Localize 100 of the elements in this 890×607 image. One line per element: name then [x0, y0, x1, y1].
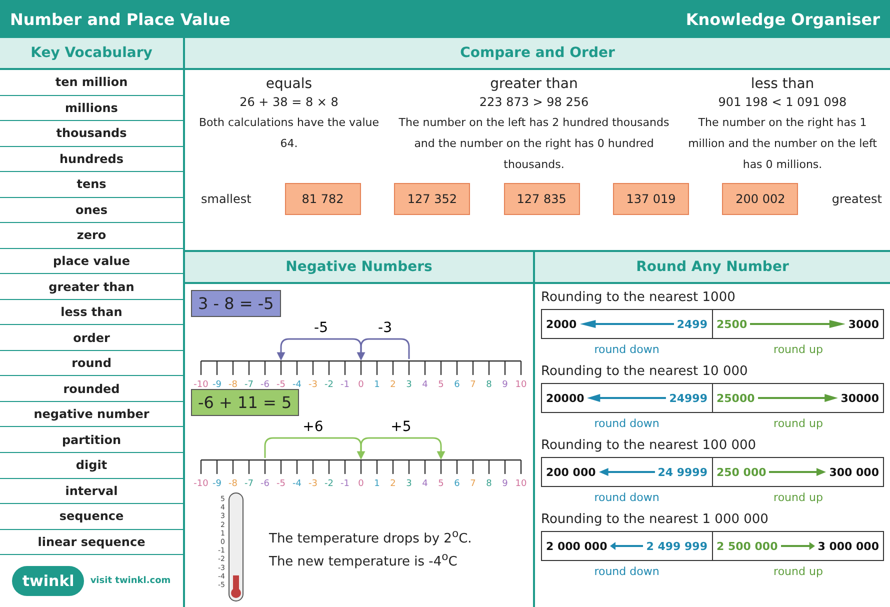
tick-label: -10	[194, 380, 208, 389]
rounded-number: 3 000 000	[818, 540, 879, 552]
rounded-number: 3000	[848, 318, 879, 330]
temperature-sentence: The temperature drops by 2$^{o}$C.	[269, 526, 472, 546]
jump-label: -3	[378, 320, 392, 336]
rounded-number: 2 000 000	[546, 540, 608, 552]
tick-label: 8	[486, 380, 492, 389]
tick-label: 1	[374, 479, 380, 488]
tick-label: 10	[515, 479, 527, 488]
round-up-label: round up	[774, 417, 823, 430]
number-card: 137 019	[613, 183, 689, 215]
number-card: 200 002	[722, 183, 798, 215]
tick-label: -6	[260, 380, 270, 389]
comparison-example: 901 198 < 1 091 098	[718, 95, 847, 109]
tick-label: -4	[292, 479, 302, 488]
comparison-heading: less than	[750, 76, 814, 92]
rounding-title: Rounding to the nearest 100 000	[541, 438, 758, 453]
greatest-label: greatest	[832, 192, 882, 206]
comparison-example: 26 + 38 = 8 × 8	[240, 95, 338, 109]
round-down-label: round down	[594, 417, 660, 430]
page-title: Number and Place Value	[10, 10, 230, 28]
tick-label: -2	[324, 479, 334, 488]
tick-label: 10	[515, 380, 527, 389]
round-down-label: round down	[594, 343, 660, 356]
vocabulary-word: negative number	[0, 402, 183, 428]
start-number: 24 9999	[658, 466, 708, 478]
tick-label: 2	[390, 479, 396, 488]
temperature-sentence: The new temperature is -4$^{o}$C	[269, 550, 458, 570]
vocabulary-word: tens	[0, 172, 183, 198]
rounded-number: 200 000	[546, 466, 596, 478]
tick-label: -3	[308, 479, 318, 488]
equation-card: 3 - 8 = -5	[191, 290, 281, 317]
tick-label: 2	[390, 380, 396, 389]
round-down-label: round down	[594, 565, 660, 578]
round-up-label: round up	[774, 343, 823, 356]
tick-label: 3	[406, 479, 412, 488]
vocabulary-word: zero	[0, 223, 183, 249]
equation-card: -6 + 11 = 5	[191, 389, 299, 416]
rounded-number: 30000	[840, 392, 879, 404]
tick-label: 5	[438, 380, 444, 389]
tick-label: -9	[212, 380, 222, 389]
start-number: 2499	[676, 318, 708, 330]
tick-label: 7	[470, 380, 476, 389]
tick-label: 1	[374, 380, 380, 389]
vocabulary-word: sequence	[0, 504, 183, 530]
tick-label: 8	[486, 479, 492, 488]
vocabulary-word: interval	[0, 478, 183, 504]
rounded-number: 2000	[546, 318, 577, 330]
tick-label: 6	[454, 479, 460, 488]
start-number: 2 499 999	[646, 540, 708, 552]
tick-label: -4	[292, 380, 302, 389]
section-title: Key Vocabulary	[0, 38, 183, 70]
vocabulary-word: order	[0, 325, 183, 351]
left-arrow-icon	[587, 394, 666, 402]
comparison-description: Both calculations have the value 64.	[198, 115, 380, 152]
vocabulary-word: linear sequence	[0, 530, 183, 556]
section-title: Negative Numbers	[185, 252, 533, 284]
vocabulary-word: place value	[0, 248, 183, 274]
tick-label: 7	[470, 479, 476, 488]
tick-label: 0	[358, 380, 364, 389]
jump-label: +6	[302, 419, 324, 435]
jump-label: -5	[314, 320, 328, 336]
tick-label: -2	[324, 380, 334, 389]
vocabulary-word: round	[0, 350, 183, 376]
number-card: 127 835	[504, 183, 580, 215]
tick-label: -7	[244, 479, 254, 488]
round-down-label: round down	[594, 491, 660, 504]
vocabulary-word: thousands	[0, 121, 183, 147]
vocabulary-word: partition	[0, 427, 183, 453]
start-number: 24999	[669, 392, 708, 404]
right-arrow-icon	[780, 542, 815, 550]
rounding-title: Rounding to the nearest 1 000 000	[541, 512, 770, 527]
tick-label: 9	[502, 380, 508, 389]
section-title: Compare and Order	[185, 38, 890, 70]
tick-label: 0	[358, 479, 364, 488]
comparison-example: 223 873 > 98 256	[479, 95, 589, 109]
tick-label: -6	[260, 479, 270, 488]
page-subtitle: Knowledge Organiser	[686, 10, 880, 28]
vocabulary-word: digit	[0, 452, 183, 478]
logo: twinkl	[12, 566, 84, 596]
number-card: 127 352	[394, 183, 470, 215]
comparison-heading: equals	[266, 76, 312, 92]
rounding-title: Rounding to the nearest 1000	[541, 290, 736, 305]
comparison-description: The number on the left has 2 hundred thousands and the number on the right has 0 hundred thousands.	[398, 115, 670, 173]
tick-label: 4	[422, 479, 428, 488]
tick-label: -8	[228, 380, 238, 389]
number-card: 81 782	[284, 183, 361, 215]
vocabulary-word: rounded	[0, 376, 183, 402]
vocabulary-word: greater than	[0, 274, 183, 300]
start-number: 250 000	[716, 466, 766, 478]
left-arrow-icon	[598, 468, 655, 476]
comparison-description: The number on the right has 1 million and the number on the left has 0 millions.	[687, 115, 878, 173]
vocabulary-word: hundreds	[0, 146, 183, 172]
tick-label: -3	[308, 380, 318, 389]
tick-label: -5	[276, 380, 286, 389]
round-up-label: round up	[774, 565, 823, 578]
right-arrow-icon	[750, 320, 846, 328]
round-up-label: round up	[774, 491, 823, 504]
rounding-title: Rounding to the nearest 10 000	[541, 364, 749, 379]
vocabulary-word: less than	[0, 300, 183, 326]
